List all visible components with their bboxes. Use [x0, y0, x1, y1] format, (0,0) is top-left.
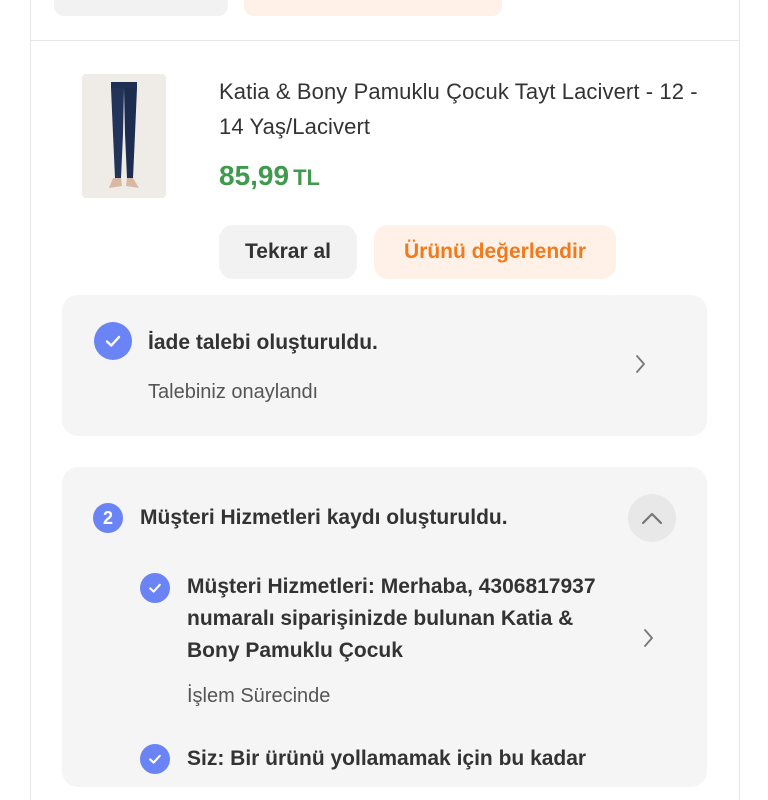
- chevron-right-icon[interactable]: [642, 627, 656, 649]
- product-title[interactable]: Katia & Bony Pamuklu Çocuk Tayt Lacivert…: [219, 74, 699, 144]
- customer-service-message[interactable]: Müşteri Hizmetleri: Merhaba, 4306817937 …: [187, 571, 627, 667]
- review-product-button[interactable]: Ürünü değerlendir: [374, 225, 616, 279]
- return-status-title: İade talebi oluşturuldu.: [148, 331, 378, 354]
- price-currency: TL: [293, 165, 320, 190]
- chevron-up-icon: [641, 512, 663, 525]
- top-cropped-button-orange[interactable]: [244, 0, 502, 16]
- rebuy-button[interactable]: Tekrar al: [219, 225, 357, 279]
- step-number-badge: 2: [93, 503, 123, 533]
- divider: [30, 40, 740, 41]
- check-circle-icon: [140, 573, 170, 603]
- collapse-button[interactable]: [628, 494, 676, 542]
- top-cropped-button-gray[interactable]: [54, 0, 228, 16]
- check-circle-icon: [140, 744, 170, 774]
- user-message[interactable]: Siz: Bir ürünü yollamamak için bu kadar: [187, 743, 627, 775]
- message-status: İşlem Sürecinde: [187, 685, 331, 707]
- return-status-panel[interactable]: İade talebi oluşturuldu. Talebiniz onayl…: [62, 295, 707, 436]
- customer-service-panel: 2 Müşteri Hizmetleri kaydı oluşturuldu. …: [62, 467, 707, 787]
- price-amount: 85,99: [219, 160, 290, 191]
- chevron-right-icon[interactable]: [634, 353, 648, 375]
- leggings-image: [82, 74, 166, 198]
- check-circle-icon: [94, 322, 132, 360]
- customer-service-title: Müşteri Hizmetleri kaydı oluşturuldu.: [140, 506, 508, 529]
- product-price: 85,99 TL: [219, 158, 320, 196]
- product-thumbnail[interactable]: [82, 74, 166, 198]
- return-status-subtitle: Talebiniz onaylandı: [148, 381, 319, 403]
